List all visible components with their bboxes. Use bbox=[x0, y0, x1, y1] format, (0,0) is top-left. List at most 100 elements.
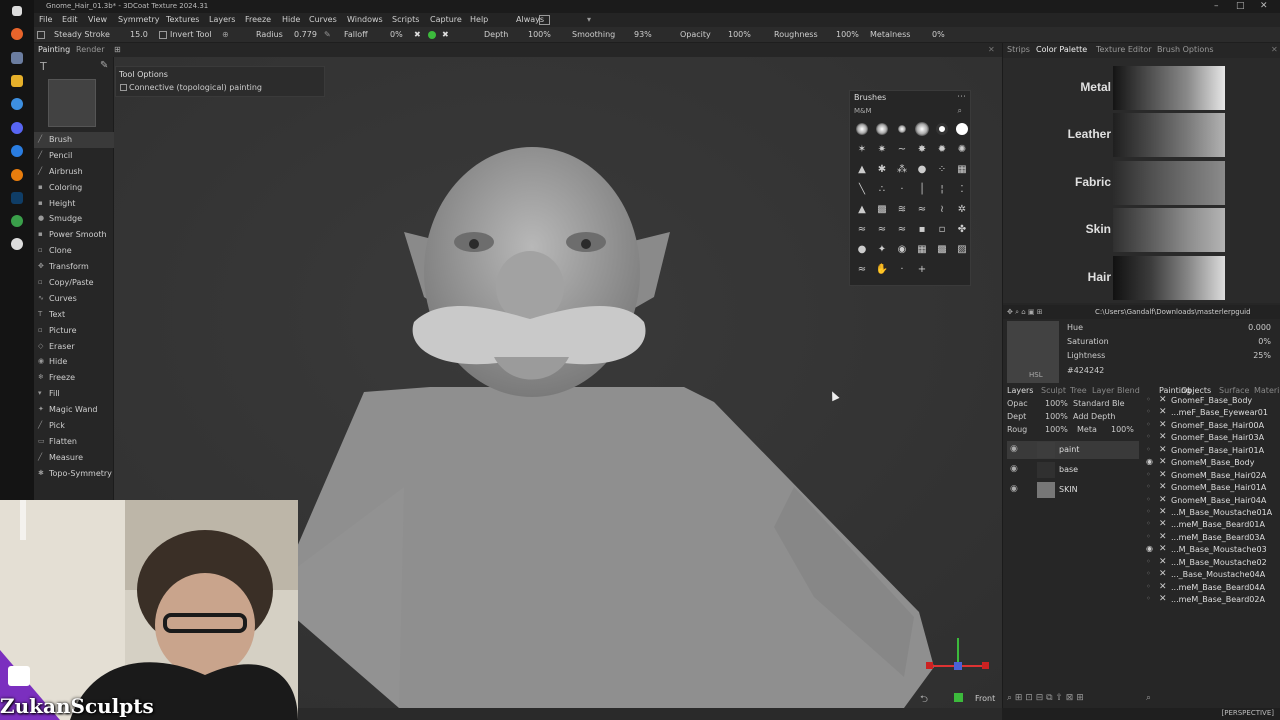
brush-thumb[interactable]: ∴ bbox=[874, 181, 890, 197]
brush-thumb[interactable]: ● bbox=[914, 161, 930, 177]
brush-thumb[interactable]: ≈ bbox=[914, 201, 930, 217]
list-item[interactable]: ◦ ✕ GnomeM_Base_Hair01A bbox=[1143, 482, 1280, 494]
brush-thumb[interactable]: ✲ bbox=[954, 201, 970, 217]
text-tool-icon[interactable]: T bbox=[40, 60, 47, 73]
pencil-icon[interactable]: ✎ bbox=[100, 60, 108, 71]
maps-icon[interactable] bbox=[11, 145, 23, 157]
eye-icon[interactable]: ◦ bbox=[1146, 519, 1151, 528]
eye-icon[interactable]: ◉ bbox=[1010, 464, 1018, 474]
add-room-icon[interactable]: ⊞ bbox=[114, 45, 121, 54]
layer-row[interactable]: ◉ paint bbox=[1007, 441, 1139, 459]
fabric-swatch-strip[interactable] bbox=[1113, 161, 1225, 205]
menu-hide[interactable]: Hide bbox=[282, 15, 300, 24]
tool-magic-wand[interactable]: ✦ Magic Wand bbox=[34, 402, 114, 418]
brush-thumb[interactable]: ◉ bbox=[894, 241, 910, 257]
list-item[interactable]: ◉ ✕ ...M_Base_Moustache03 bbox=[1143, 544, 1280, 556]
eye-icon[interactable]: ◦ bbox=[1146, 445, 1151, 454]
close-icon[interactable]: ✕ bbox=[1159, 495, 1167, 505]
tab-layers[interactable]: Layers bbox=[1007, 386, 1033, 395]
close-icon[interactable]: ✕ bbox=[1159, 544, 1167, 554]
tab-tree[interactable]: Tree bbox=[1070, 386, 1087, 395]
tool-coloring[interactable]: ▪ Coloring bbox=[34, 180, 114, 196]
brush-thumb[interactable]: ✶ bbox=[854, 141, 870, 157]
brush-thumb[interactable] bbox=[854, 121, 870, 137]
hue-value[interactable]: 0.000 bbox=[1248, 323, 1271, 332]
close-icon[interactable]: ✕ bbox=[988, 45, 995, 54]
brush-thumb[interactable]: ✷ bbox=[874, 141, 890, 157]
brush-thumb[interactable]: ▪ bbox=[914, 221, 930, 237]
brush-thumb[interactable]: ✤ bbox=[954, 221, 970, 237]
eye-icon[interactable]: ◉ bbox=[1146, 457, 1153, 466]
tool-copy-paste[interactable]: ▫ Copy/Paste bbox=[34, 275, 114, 291]
photoshop-icon[interactable] bbox=[11, 192, 23, 204]
panel-tool-icons[interactable]: ⌕ ⊞ ⊡ ⊟ ⧉ ⇧ ⊠ ⊞ bbox=[1007, 693, 1084, 703]
connective-painting-checkbox[interactable] bbox=[120, 84, 127, 91]
brush-thumb[interactable]: ≈ bbox=[874, 221, 890, 237]
brush-thumb[interactable]: ✦ bbox=[874, 241, 890, 257]
menu-scripts[interactable]: Scripts bbox=[392, 15, 419, 24]
eye-icon[interactable]: ◦ bbox=[1146, 432, 1151, 441]
layer-roughness-value[interactable]: 100% bbox=[1045, 425, 1068, 434]
leather-swatch-strip[interactable] bbox=[1113, 113, 1225, 157]
3dcoat-icon[interactable] bbox=[11, 215, 23, 227]
saturation-label[interactable]: Saturation bbox=[1067, 337, 1109, 346]
brush-thumb[interactable]: ~ bbox=[894, 141, 910, 157]
brush-thumb[interactable]: ▩ bbox=[934, 241, 950, 257]
layer-opacity-value[interactable]: 100% bbox=[1045, 399, 1068, 408]
undo-icon[interactable]: ⮌ bbox=[920, 692, 928, 709]
palette-row-skin[interactable]: Skin bbox=[1003, 208, 1280, 252]
tab-materials[interactable]: Materi bbox=[1254, 386, 1279, 395]
windows-start-icon[interactable] bbox=[12, 6, 22, 16]
tool-power-smooth[interactable]: ▪ Power Smooth bbox=[34, 227, 114, 243]
palette-row-fabric[interactable]: Fabric bbox=[1003, 161, 1280, 205]
eye-icon[interactable]: ◦ bbox=[1146, 420, 1151, 429]
close-icon[interactable]: ✕ bbox=[1159, 557, 1167, 567]
brush-thumb[interactable]: ⁚ bbox=[954, 181, 970, 197]
tool-flatten[interactable]: ▭ Flatten bbox=[34, 434, 114, 450]
eye-icon[interactable]: ◦ bbox=[1146, 407, 1151, 416]
tab-texture-editor[interactable]: Texture Editor bbox=[1096, 45, 1152, 54]
falloff-value[interactable]: 0% bbox=[390, 30, 403, 39]
menu-textures[interactable]: Textures bbox=[166, 15, 199, 24]
add-brush-icon[interactable]: + bbox=[914, 261, 930, 277]
discord-icon[interactable] bbox=[11, 122, 23, 134]
brush-thumb[interactable]: ╲ bbox=[854, 181, 870, 197]
brush-thumb[interactable]: ≀ bbox=[934, 201, 950, 217]
steady-stroke-checkbox[interactable] bbox=[37, 31, 45, 39]
eye-icon[interactable]: ◦ bbox=[1146, 557, 1151, 566]
brush-thumb[interactable]: ▦ bbox=[914, 241, 930, 257]
metal-swatch-strip[interactable] bbox=[1113, 66, 1225, 110]
tab-painting[interactable]: Painting bbox=[38, 45, 70, 54]
layer-depth-value[interactable]: 100% bbox=[1045, 412, 1068, 421]
close-button[interactable]: ✕ bbox=[1260, 1, 1268, 11]
eye-icon[interactable]: ◦ bbox=[1146, 594, 1151, 603]
layer-row[interactable]: ◉ base bbox=[1007, 461, 1139, 479]
tab-sculpt[interactable]: Sculpt bbox=[1041, 386, 1066, 395]
menu-layers[interactable]: Layers bbox=[209, 15, 235, 24]
brush-thumb[interactable] bbox=[894, 121, 910, 137]
close-icon[interactable]: ✕ bbox=[1271, 45, 1278, 54]
close-icon[interactable]: ✕ bbox=[1159, 445, 1167, 455]
axis-gizmo[interactable] bbox=[922, 630, 992, 680]
color-mode-label[interactable]: HSL bbox=[1029, 371, 1043, 379]
metalness-value[interactable]: 0% bbox=[932, 30, 945, 39]
menu-help[interactable]: Help bbox=[470, 15, 488, 24]
list-item[interactable]: ◦ ✕ GnomeF_Base_Hair01A bbox=[1143, 445, 1280, 457]
firefox-icon[interactable] bbox=[11, 28, 23, 40]
brush-thumb[interactable]: ✹ bbox=[934, 141, 950, 157]
tool-pick[interactable]: ╱ Pick bbox=[34, 418, 114, 434]
tab-layer[interactable]: Layer bbox=[1092, 386, 1114, 395]
tool-picture[interactable]: ▫ Picture bbox=[34, 323, 114, 339]
brush-thumb[interactable]: ✸ bbox=[914, 141, 930, 157]
layer-metalness-value[interactable]: 100% bbox=[1111, 425, 1134, 434]
brush-thumb[interactable]: ⁂ bbox=[894, 161, 910, 177]
tool-eraser[interactable]: ◇ Eraser bbox=[34, 339, 114, 355]
chevron-down-icon[interactable]: ▾ bbox=[587, 15, 591, 24]
tab-strips[interactable]: Strips bbox=[1007, 45, 1030, 54]
tab-color-palette[interactable]: Color Palette bbox=[1036, 45, 1087, 54]
list-item[interactable]: ◦ ✕ GnomeF_Base_Hair00A bbox=[1143, 420, 1280, 432]
close-icon[interactable]: ✖ bbox=[442, 30, 449, 39]
green-square-icon[interactable] bbox=[954, 693, 963, 702]
menu-file[interactable]: File bbox=[39, 15, 52, 24]
eye-icon[interactable]: ◦ bbox=[1146, 395, 1151, 404]
